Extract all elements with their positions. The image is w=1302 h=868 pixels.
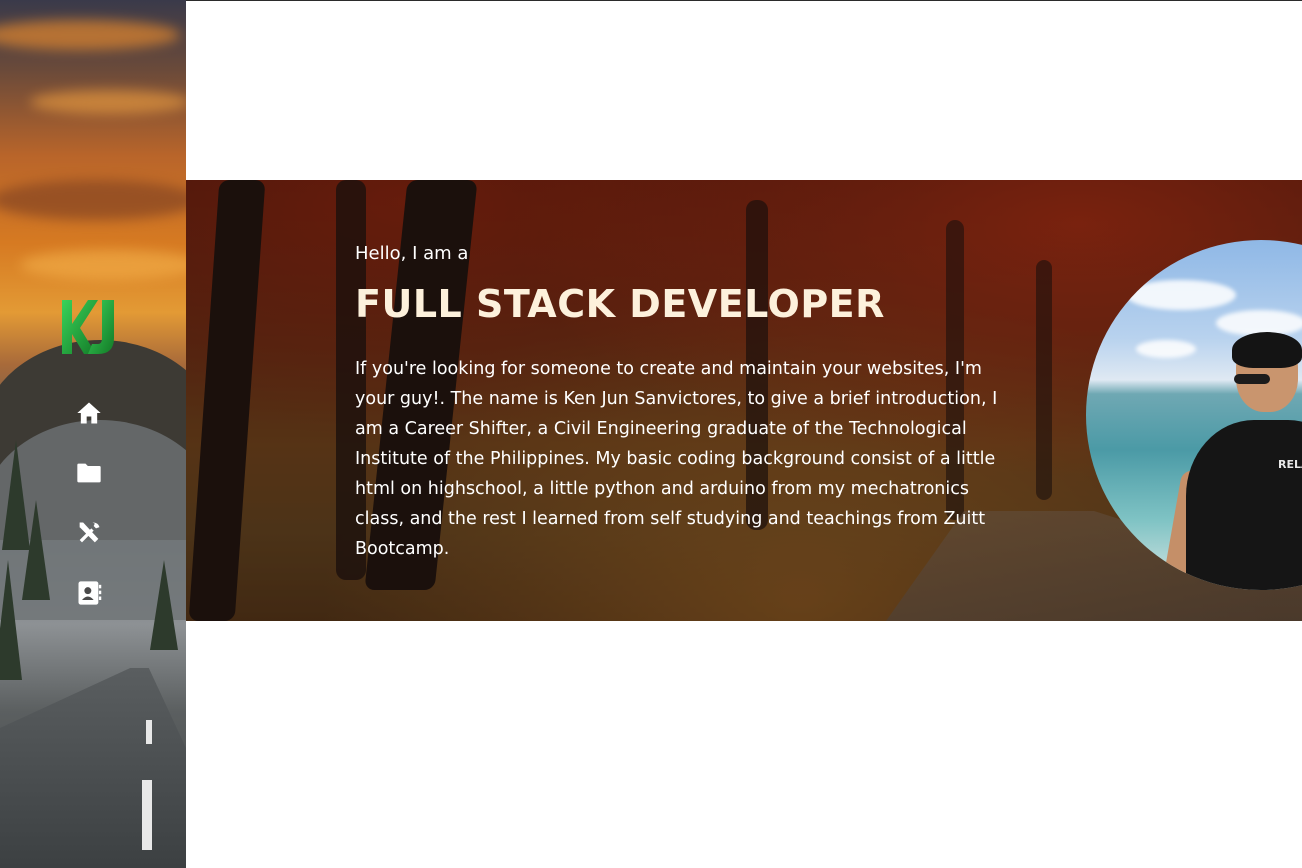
road-lane-marking <box>146 720 152 744</box>
photo-cloud <box>1126 280 1236 310</box>
sky-cloud <box>20 250 186 280</box>
tree <box>0 560 22 680</box>
person-shirt <box>1186 420 1302 590</box>
nav-projects[interactable] <box>74 458 104 488</box>
tree <box>150 560 178 650</box>
contact-card-icon <box>78 581 102 605</box>
folder-icon <box>77 463 101 483</box>
tools-icon <box>79 522 100 543</box>
tree <box>22 500 50 600</box>
sidebar <box>0 0 186 868</box>
page: Hello, I am a FULL STACK DEVELOPER If yo… <box>0 0 1302 868</box>
top-divider <box>186 0 1302 1</box>
shirt-print: RELA <box>1278 458 1302 471</box>
person-sunglasses <box>1234 374 1270 384</box>
nav-home[interactable] <box>74 398 104 428</box>
person-hair <box>1232 332 1302 368</box>
photo-cloud <box>1136 340 1196 358</box>
sky-cloud <box>30 90 186 114</box>
road-lane-marking <box>142 780 152 850</box>
hero-banner: Hello, I am a FULL STACK DEVELOPER If yo… <box>186 180 1302 621</box>
road <box>0 668 186 868</box>
hero-title: FULL STACK DEVELOPER <box>355 282 885 326</box>
logo-icon[interactable] <box>58 298 118 356</box>
hero-description: If you're looking for someone to create … <box>355 359 998 559</box>
sky-cloud <box>0 20 180 50</box>
home-icon <box>77 402 101 424</box>
sky-cloud <box>0 180 186 220</box>
nav-contact[interactable] <box>74 578 104 608</box>
hero-intro: Hello, I am a <box>355 243 469 264</box>
nav-skills[interactable] <box>74 518 104 548</box>
